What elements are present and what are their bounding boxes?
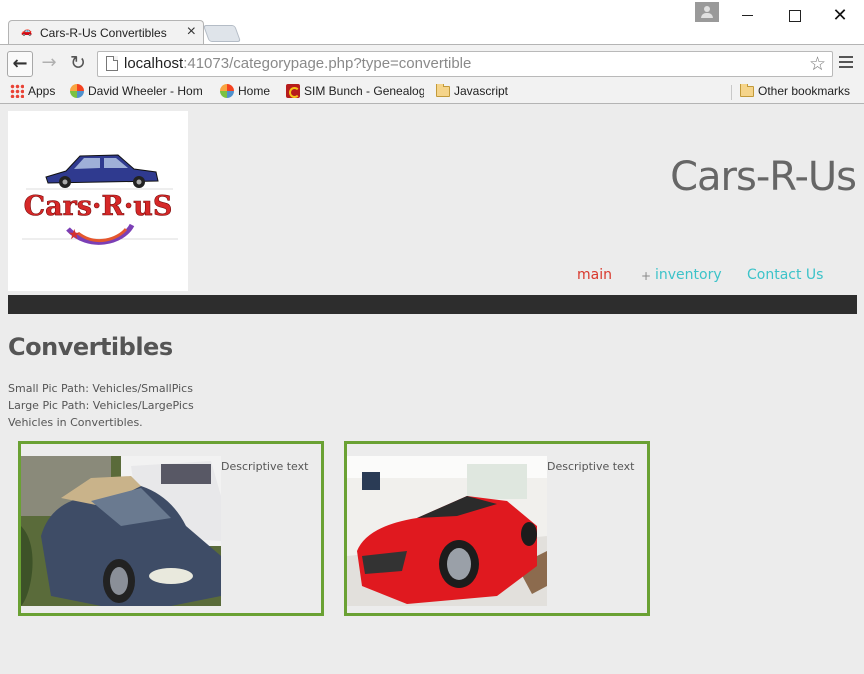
- vehicle-thumbnail[interactable]: [347, 456, 547, 606]
- tab-close-icon[interactable]: ×: [187, 23, 196, 41]
- bookmark-home[interactable]: Home: [220, 84, 270, 98]
- svg-text:★: ★: [68, 227, 81, 243]
- browser-toolbar: ← → ↻ localhost:41073/categorypage.php?t…: [0, 44, 864, 80]
- browser-tab[interactable]: 🚗 Cars-R-Us Convertibles ×: [8, 20, 204, 44]
- bookmark-star-icon[interactable]: ☆: [809, 52, 826, 76]
- bookmark-apps[interactable]: Apps: [10, 84, 55, 98]
- bookmark-david-wheeler[interactable]: David Wheeler - Hom: [70, 84, 208, 98]
- vehicles-in-category: Vehicles in Convertibles.: [8, 416, 143, 429]
- apps-grid-icon: [10, 84, 24, 98]
- minimize-button[interactable]: [728, 3, 768, 27]
- maximize-button[interactable]: [774, 3, 814, 27]
- vehicle-description: Descriptive text: [547, 460, 635, 473]
- nav-main-link[interactable]: main: [577, 267, 612, 283]
- logo-image: ★ Cars·R·uS: [22, 154, 178, 245]
- logo-text: Cars·R·uS: [24, 191, 173, 222]
- address-bar[interactable]: localhost:41073/categorypage.php?type=co…: [97, 51, 833, 77]
- chrome-menu-icon[interactable]: [839, 56, 853, 70]
- site-title: Cars-R-Us: [670, 154, 857, 200]
- bookmark-sim-bunch[interactable]: SIM Bunch - Genealog: [286, 84, 424, 98]
- nav-inventory-link[interactable]: inventory: [655, 267, 722, 283]
- folder-icon: [740, 84, 754, 97]
- joomla-icon: [220, 84, 234, 98]
- vehicle-card[interactable]: Descriptive text: [18, 441, 324, 616]
- window-close-button[interactable]: ✕: [820, 3, 860, 27]
- page-heading: Convertibles: [8, 333, 173, 361]
- browser-titlebar: 🚗 Cars-R-Us Convertibles × ✕: [0, 0, 864, 44]
- nav-expand-icon[interactable]: +: [641, 269, 651, 283]
- bookmark-other[interactable]: Other bookmarks: [740, 84, 850, 98]
- profile-icon[interactable]: [695, 2, 719, 22]
- joomla-icon: [70, 84, 84, 98]
- reload-button[interactable]: ↻: [65, 51, 91, 77]
- folder-icon: [436, 84, 450, 97]
- bookmarks-bar: Apps David Wheeler - Hom Home SIM Bunch …: [0, 80, 864, 104]
- url-text[interactable]: localhost:41073/categorypage.php?type=co…: [124, 55, 471, 72]
- new-tab-button[interactable]: [202, 25, 242, 42]
- nav-contact-link[interactable]: Contact Us: [747, 267, 823, 283]
- back-button[interactable]: ←: [7, 51, 33, 77]
- small-pic-path: Small Pic Path: Vehicles/SmallPics: [8, 382, 193, 395]
- header-divider-bar: [8, 295, 857, 314]
- bookmark-separator: [731, 85, 732, 100]
- bookmark-javascript[interactable]: Javascript: [436, 84, 508, 98]
- favicon-icon: 🚗: [21, 27, 33, 37]
- vehicle-card[interactable]: Descriptive text: [344, 441, 650, 616]
- large-pic-path: Large Pic Path: Vehicles/LargePics: [8, 399, 194, 412]
- sim-icon: [286, 84, 300, 98]
- forward-button[interactable]: →: [36, 51, 62, 77]
- vehicle-thumbnail[interactable]: [21, 456, 221, 606]
- site-logo[interactable]: ★ Cars·R·uS: [8, 111, 188, 291]
- page-icon: [106, 56, 118, 71]
- tab-title: Cars-R-Us Convertibles: [40, 26, 167, 40]
- vehicle-description: Descriptive text: [221, 460, 309, 473]
- url-path: :41073/categorypage.php?type=convertible: [183, 55, 472, 72]
- url-host: localhost: [124, 55, 184, 72]
